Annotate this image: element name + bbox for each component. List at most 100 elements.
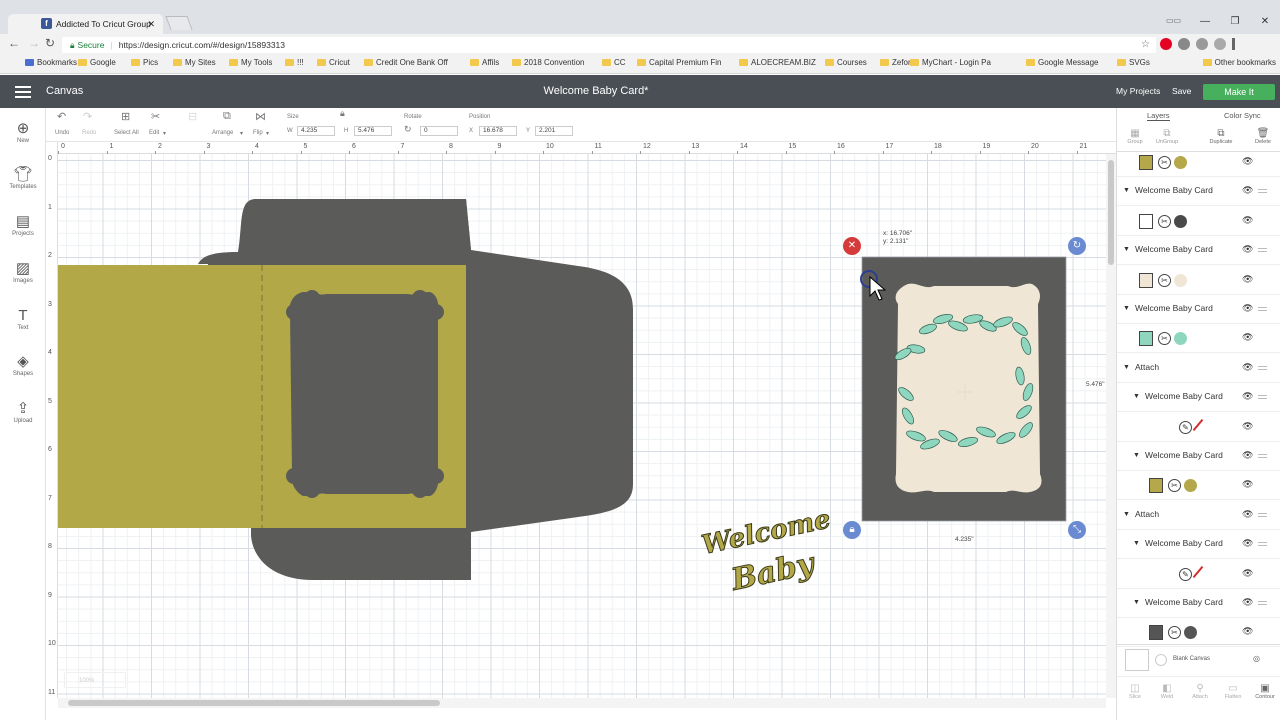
drag-handle-icon[interactable]	[1258, 542, 1267, 547]
cut-operation-icon[interactable]: ✂	[1158, 214, 1171, 228]
layer-item-row[interactable]: ✂ 👁︎	[1117, 207, 1280, 236]
visibility-eye-icon[interactable]: 👁︎	[1242, 303, 1253, 314]
layer-item-row[interactable]: ✂ 👁︎	[1117, 266, 1280, 295]
visibility-eye-icon[interactable]: 👁︎	[1242, 421, 1253, 432]
save-button[interactable]: Save	[1172, 86, 1191, 96]
layer-group-row[interactable]: ▼ Welcome Baby Card 👁︎	[1117, 177, 1280, 207]
visibility-eye-icon[interactable]: 👁︎	[1242, 626, 1253, 637]
drag-handle-icon[interactable]	[1258, 512, 1267, 517]
collapse-triangle-icon[interactable]: ▼	[1123, 187, 1130, 194]
bookmark-item[interactable]: Bookmarks	[25, 58, 77, 67]
drag-handle-icon[interactable]	[1258, 307, 1267, 311]
collapse-triangle-icon[interactable]: ▼	[1133, 540, 1140, 547]
bookmark-item[interactable]: ALOECREAM.BIZ	[739, 58, 816, 67]
select-all-icon[interactable]: ⊞	[121, 110, 130, 123]
tab-color-sync[interactable]: Color Sync	[1224, 111, 1261, 120]
layer-item-row[interactable]: ✂ 👁︎	[1117, 324, 1280, 354]
vertical-scroll-thumb[interactable]	[1108, 160, 1114, 265]
design-canvas[interactable]: Welcome Baby	[58, 154, 1106, 698]
visibility-eye-icon[interactable]: 👁︎	[1242, 185, 1253, 196]
visibility-eye-icon[interactable]: 👁︎	[1242, 362, 1253, 373]
visibility-eye-icon[interactable]: 👁︎	[1242, 215, 1253, 226]
cut-operation-icon[interactable]: ✂	[1168, 626, 1181, 640]
layer-group-row[interactable]: ▼ Attach 👁︎	[1117, 354, 1280, 383]
collapse-triangle-icon[interactable]: ▼	[1133, 452, 1140, 459]
shapes-button[interactable]: ◈ Shapes	[0, 353, 46, 377]
other-bookmarks[interactable]: Other bookmarks	[1202, 58, 1276, 67]
x-input[interactable]: 16.678	[479, 126, 517, 136]
bookmark-item[interactable]: Zefon	[880, 58, 912, 67]
reload-icon[interactable]: ↻	[45, 36, 55, 50]
bookmark-item[interactable]: SVGs	[1117, 58, 1150, 67]
cut-operation-icon[interactable]: ✂	[1158, 332, 1171, 346]
visibility-eye-icon[interactable]: 👁︎	[1242, 509, 1253, 520]
zoom-control[interactable]: 100%	[64, 672, 126, 688]
horizontal-scroll-thumb[interactable]	[68, 700, 440, 706]
menu-icon[interactable]	[1232, 38, 1235, 50]
cut-operation-icon[interactable]: ✂	[1158, 156, 1171, 169]
visibility-eye-icon[interactable]: 👁︎	[1242, 156, 1253, 167]
layer-group-row[interactable]: ▼ Attach 👁︎	[1117, 501, 1280, 530]
back-icon[interactable]: ←	[8, 36, 20, 50]
pen-color-icon[interactable]	[1192, 565, 1204, 578]
collapse-triangle-icon[interactable]: ▼	[1133, 393, 1140, 400]
templates-button[interactable]: 👕︎ Templates	[0, 166, 46, 190]
bookmark-item[interactable]: Capital Premium Fin	[637, 58, 721, 67]
close-tab-icon[interactable]: ✕	[147, 14, 155, 34]
drag-handle-icon[interactable]	[1258, 395, 1267, 400]
attach-button[interactable]: ⚲ Attach	[1186, 683, 1214, 700]
minimize-icon[interactable]: —	[1190, 14, 1220, 34]
edit-scissors-icon[interactable]: ✂	[151, 110, 160, 123]
layer-group-row[interactable]: ▼ Welcome Baby Card 👁︎	[1117, 236, 1280, 266]
delete-handle-icon[interactable]: ✕	[843, 237, 861, 255]
star-icon[interactable]: ☆	[1141, 37, 1150, 53]
profile-badge[interactable]: ▭▭	[1166, 16, 1181, 25]
layer-color-swatch[interactable]	[1174, 332, 1187, 346]
visibility-eye-icon[interactable]: 👁︎	[1242, 450, 1253, 461]
pinterest-icon[interactable]	[1160, 38, 1172, 50]
close-window-icon[interactable]: ✕	[1250, 14, 1280, 34]
flatten-button[interactable]: ▭ Flatten	[1219, 683, 1247, 700]
drag-handle-icon[interactable]	[1258, 454, 1267, 458]
flip-icon[interactable]: ⋈	[255, 110, 266, 123]
visibility-eye-icon[interactable]: 👁︎	[1242, 274, 1253, 285]
layer-item-row[interactable]: ✎ 👁︎	[1117, 560, 1280, 589]
arrange-icon[interactable]: ⧉	[223, 110, 231, 123]
rotate-handle-icon[interactable]: ↻	[1068, 237, 1086, 255]
duplicate-button[interactable]: ⧉ Duplicate	[1206, 128, 1236, 145]
layer-group-row[interactable]: ▼ Welcome Baby Card 👁︎	[1117, 442, 1280, 471]
drag-handle-icon[interactable]	[1258, 601, 1267, 605]
color-circle-icon[interactable]	[1155, 654, 1167, 666]
draw-pen-icon[interactable]: ✎	[1179, 567, 1192, 581]
bookmark-item[interactable]: Google Message	[1026, 58, 1098, 67]
bookmark-item[interactable]: Cricut	[317, 58, 350, 67]
arrange-label[interactable]: Arrange	[212, 130, 233, 136]
layer-color-swatch[interactable]	[1174, 273, 1187, 287]
draw-pen-icon[interactable]: ✎	[1179, 420, 1192, 434]
hidden-eye-icon[interactable]: ◎	[1253, 654, 1260, 663]
extension-icon[interactable]	[1214, 38, 1226, 50]
lock-handle-icon[interactable]: 🔒︎	[843, 521, 861, 539]
cut-operation-icon[interactable]: ✂	[1158, 273, 1171, 287]
my-projects-link[interactable]: My Projects	[1116, 86, 1160, 96]
weld-button[interactable]: ◧ Weld	[1153, 683, 1181, 700]
bookmark-item[interactable]: My Tools	[229, 58, 272, 67]
collapse-triangle-icon[interactable]: ▼	[1133, 599, 1140, 606]
delete-button[interactable]: 🗑︎ Delete	[1248, 128, 1278, 145]
drag-handle-icon[interactable]	[1258, 365, 1267, 370]
flip-label[interactable]: Flip	[253, 130, 263, 136]
bookmark-item[interactable]: CC	[602, 58, 626, 67]
bookmark-item[interactable]: !!!	[285, 58, 304, 67]
lock-ratio-icon[interactable]: 🔒︎	[340, 108, 345, 119]
layer-item-row[interactable]: ✂ 👁︎	[1117, 148, 1280, 177]
layer-group-row[interactable]: ▼ Welcome Baby Card 👁︎	[1117, 383, 1280, 413]
tab-layers[interactable]: Layers	[1147, 111, 1170, 121]
make-it-button[interactable]: Make It	[1203, 84, 1275, 100]
bookmark-item[interactable]: My Sites	[173, 58, 216, 67]
layer-item-row[interactable]: ✎ 👁︎	[1117, 413, 1280, 442]
layer-color-swatch[interactable]	[1184, 479, 1197, 493]
layer-color-swatch[interactable]	[1174, 156, 1187, 169]
group-button[interactable]: ▦ Group	[1120, 128, 1150, 145]
url-field[interactable]: 🔒︎ Secure | https://design.cricut.com/#/des…	[62, 37, 1156, 53]
collapse-triangle-icon[interactable]: ▼	[1123, 364, 1130, 371]
